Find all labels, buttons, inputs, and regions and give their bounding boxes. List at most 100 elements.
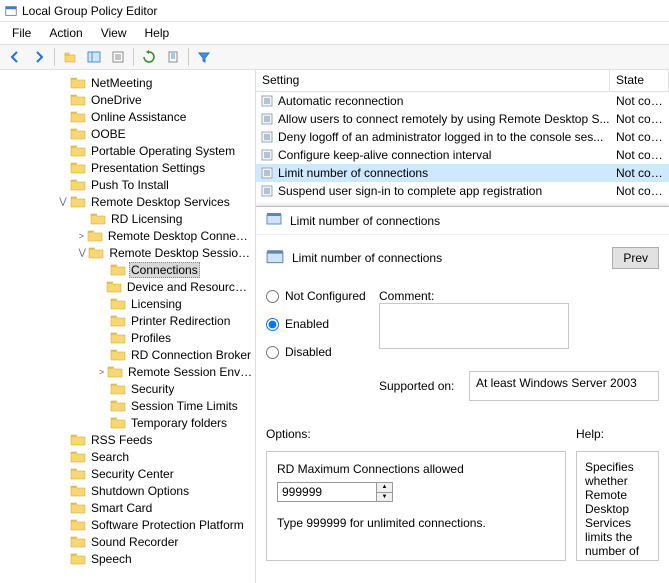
tree-item[interactable]: RSS Feeds <box>0 431 255 448</box>
folder-icon <box>90 212 106 226</box>
radio-label: Disabled <box>285 345 332 359</box>
settings-row[interactable]: Allow users to connect remotely by using… <box>256 110 669 128</box>
setting-label: Suspend user sign-in to complete app reg… <box>278 184 542 198</box>
tree-item[interactable]: NetMeeting <box>0 74 255 91</box>
show-hide-tree-button[interactable] <box>83 46 105 68</box>
settings-row[interactable]: Deny logoff of an administrator logged i… <box>256 128 669 146</box>
tree-item[interactable]: ⋁Remote Desktop Session Host <box>0 244 255 261</box>
setting-icon <box>260 166 274 180</box>
tree-item-label: Smart Card <box>89 501 154 515</box>
radio-disabled[interactable]: Disabled <box>266 345 379 359</box>
folder-icon <box>70 76 86 90</box>
setting-state: Not configured <box>610 166 669 180</box>
tree-item[interactable]: Temporary folders <box>0 414 255 431</box>
list-header: Setting State <box>256 70 669 92</box>
nav-tree[interactable]: NetMeetingOneDriveOnline AssistanceOOBEP… <box>0 74 255 567</box>
setting-icon <box>260 130 274 144</box>
tree-item[interactable]: Security Center <box>0 465 255 482</box>
tree-item-label: Temporary folders <box>129 416 229 430</box>
tree-item[interactable]: Search <box>0 448 255 465</box>
refresh-button[interactable] <box>138 46 160 68</box>
tree-item[interactable]: Push To Install <box>0 176 255 193</box>
folder-icon <box>70 433 86 447</box>
tree-item-label: Remote Session Environment <box>126 365 255 379</box>
tree-item[interactable]: Session Time Limits <box>0 397 255 414</box>
spin-up-icon[interactable]: ▲ <box>377 483 392 493</box>
folder-icon <box>70 484 86 498</box>
tree-item-label: Sound Recorder <box>89 535 180 549</box>
tree-item[interactable]: OneDrive <box>0 91 255 108</box>
export-button[interactable] <box>162 46 184 68</box>
tree-item[interactable]: Printer Redirection <box>0 312 255 329</box>
settings-row[interactable]: Suspend user sign-in to complete app reg… <box>256 182 669 200</box>
setting-label: Deny logoff of an administrator logged i… <box>278 130 603 144</box>
radio-enabled[interactable]: Enabled <box>266 317 379 331</box>
settings-row[interactable]: Automatic reconnection Not configured <box>256 92 669 110</box>
tree-item[interactable]: > Remote Session Environment <box>0 363 255 380</box>
tree-item[interactable]: RD Connection Broker <box>0 346 255 363</box>
chevron-down-icon[interactable]: ⋁ <box>56 195 70 209</box>
column-state[interactable]: State <box>610 70 669 91</box>
menubar: File Action View Help <box>0 22 669 44</box>
tree-item[interactable]: Portable Operating System <box>0 142 255 159</box>
folder-icon <box>110 297 126 311</box>
chevron-right-icon[interactable]: > <box>76 229 87 243</box>
back-button[interactable] <box>4 46 26 68</box>
tree-item-label: Remote Desktop Services <box>89 195 232 209</box>
menu-file[interactable]: File <box>4 24 39 42</box>
settings-row[interactable]: Configure keep-alive connection interval… <box>256 146 669 164</box>
folder-icon <box>110 331 126 345</box>
filter-button[interactable] <box>193 46 215 68</box>
number-spinner[interactable]: ▲▼ <box>377 482 393 502</box>
comment-textbox[interactable] <box>379 303 569 349</box>
folder-icon <box>88 246 104 260</box>
tree-item[interactable]: ⋁ Remote Desktop Services <box>0 193 255 210</box>
tree-item-label: Device and Resource Redirection <box>125 280 255 294</box>
tree-item[interactable]: Profiles <box>0 329 255 346</box>
previous-setting-button[interactable]: Prev <box>612 247 659 269</box>
menu-view[interactable]: View <box>93 24 135 42</box>
forward-button[interactable] <box>28 46 50 68</box>
tree-item[interactable]: >Remote Desktop Connection Client <box>0 227 255 244</box>
tree-item[interactable]: Presentation Settings <box>0 159 255 176</box>
tree-item[interactable]: Speech <box>0 550 255 567</box>
tree-item[interactable]: Shutdown Options <box>0 482 255 499</box>
radio-not-configured[interactable]: Not Configured <box>266 289 379 303</box>
menu-help[interactable]: Help <box>137 24 178 42</box>
folder-icon <box>70 161 86 175</box>
tree-item[interactable]: Online Assistance <box>0 108 255 125</box>
tree-item[interactable]: OOBE <box>0 125 255 142</box>
tree-item[interactable]: Software Protection Platform <box>0 516 255 533</box>
tree-item[interactable]: Device and Resource Redirection <box>0 278 255 295</box>
tree-item[interactable]: Sound Recorder <box>0 533 255 550</box>
tree-item[interactable]: Connections <box>0 261 255 278</box>
column-setting[interactable]: Setting <box>256 70 610 91</box>
chevron-right-icon[interactable]: > <box>96 365 107 379</box>
tree-item[interactable]: Security <box>0 380 255 397</box>
tree-item[interactable]: Smart Card <box>0 499 255 516</box>
settings-row[interactable]: Limit number of connectionsNot configure… <box>256 164 669 182</box>
spin-down-icon[interactable]: ▼ <box>377 493 392 502</box>
setting-label: Configure keep-alive connection interval <box>278 148 491 162</box>
setting-label: Automatic reconnection <box>278 94 403 108</box>
tree-item[interactable]: RD Licensing <box>0 210 255 227</box>
max-connections-input[interactable] <box>277 482 377 502</box>
setting-state: Not configured <box>610 94 669 108</box>
policy-icon <box>266 248 284 269</box>
tree-item-label: Online Assistance <box>89 110 188 124</box>
tree-item[interactable]: Licensing <box>0 295 255 312</box>
folder-icon <box>70 501 86 515</box>
up-button[interactable] <box>59 46 81 68</box>
tree-item-label: Licensing <box>129 297 184 311</box>
folder-icon <box>106 280 122 294</box>
chevron-down-icon[interactable]: ⋁ <box>76 246 88 260</box>
toolbar <box>0 44 669 70</box>
settings-list[interactable]: Automatic reconnection Not configured Allo… <box>256 92 669 200</box>
setting-state: Not configured <box>610 184 669 198</box>
tree-item-label: Push To Install <box>89 178 171 192</box>
window-titlebar: Local Group Policy Editor <box>0 0 669 22</box>
dialog-header: Limit number of connections <box>266 248 602 269</box>
menu-action[interactable]: Action <box>41 24 90 42</box>
properties-button[interactable] <box>107 46 129 68</box>
dialog-titlebar: Limit number of connections <box>256 207 669 235</box>
